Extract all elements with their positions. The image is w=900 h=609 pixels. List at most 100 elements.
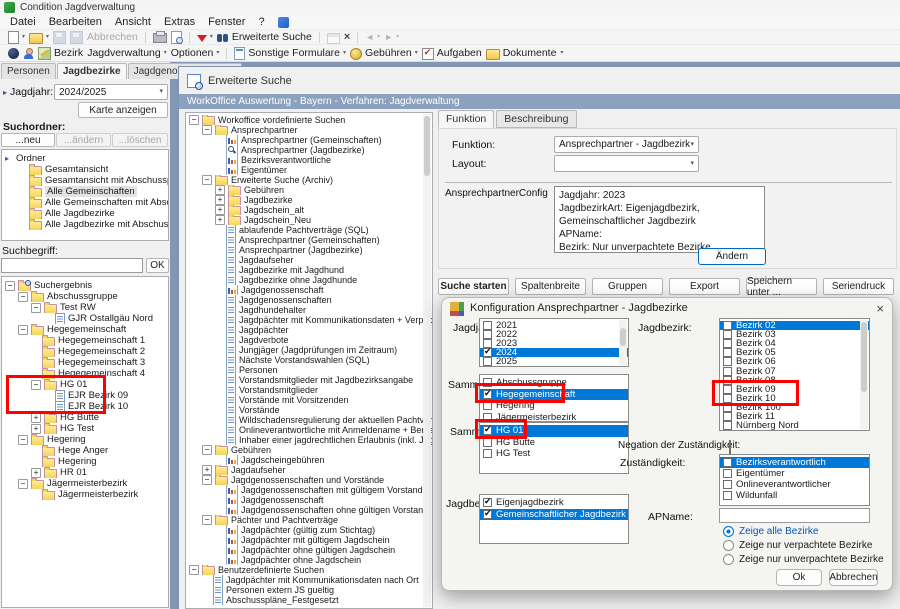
tree-item[interactable]: Jagdpächter mit Kommunikationsdaten + Ve…: [186, 315, 432, 325]
tree-item-label[interactable]: Jagdpächter mit Kommunikationsdaten nach…: [226, 575, 419, 585]
tree-item[interactable]: Vorstände mit Vorsitzenden: [186, 395, 432, 405]
list-item-label[interactable]: Bezirk 09: [736, 385, 776, 394]
checkbox[interactable]: [723, 339, 732, 348]
tree-item-label[interactable]: EJR Bezirk 10: [68, 401, 128, 412]
tree-item-label[interactable]: Alle Gemeinschaften: [45, 186, 137, 197]
checkbox[interactable]: [723, 394, 732, 403]
collapse-icon[interactable]: −: [202, 475, 212, 485]
abort-button[interactable]: Abbrechen: [87, 31, 138, 43]
list-item-label[interactable]: Bezirk 11: [736, 412, 775, 421]
tree-item[interactable]: Jagdpächter: [186, 325, 432, 335]
tree-item[interactable]: ablaufende Pachtverträge (SQL): [186, 225, 432, 235]
seriendruck-button[interactable]: Seriendruck: [823, 278, 894, 295]
tree-item-label[interactable]: Jungjäger (Jagdprüfungen im Zeitraum): [239, 345, 397, 355]
tree-item[interactable]: −Ansprechpartner: [186, 125, 432, 135]
tree-item-label[interactable]: Ansprechpartner (Gemeinschaften): [241, 135, 382, 145]
tree-item-label[interactable]: Jagdbezirke mit Jagdhund: [239, 265, 344, 275]
list-item[interactable]: Bezirk 07: [720, 366, 869, 375]
tree-item-label[interactable]: Vorstände mit Vorsitzenden: [239, 395, 349, 405]
tree-item-label[interactable]: Hegering: [47, 434, 86, 445]
tree-item-label[interactable]: Hegegemeinschaft: [47, 324, 126, 335]
checkbox[interactable]: [483, 413, 492, 422]
list-item-label[interactable]: Bezirk 03: [736, 330, 776, 339]
spaltenbreite-button[interactable]: Spaltenbreite: [515, 278, 586, 295]
checkbox[interactable]: [723, 357, 732, 366]
tree-item-label[interactable]: Ordner: [16, 153, 46, 164]
tree-item[interactable]: Inhaber einer jagdrechtlichen Erlaubnis …: [186, 435, 432, 445]
menu-ansicht[interactable]: Ansicht: [115, 16, 151, 28]
tree-item-label[interactable]: Hegegemeinschaft 3: [58, 357, 145, 368]
tree-item[interactable]: Jagdgenossenschaften mit gültigem Vorsta…: [186, 485, 432, 495]
tree-item[interactable]: Vorstände: [186, 405, 432, 415]
tree-item-label[interactable]: Hegering: [58, 456, 97, 467]
tree-item-label[interactable]: Hegegemeinschaft 1: [58, 335, 145, 346]
tree-item-label[interactable]: Vorstände: [239, 405, 280, 415]
list-item[interactable]: 2024: [480, 348, 628, 357]
list-scrollbar[interactable]: [860, 320, 868, 429]
tree-item-label[interactable]: Jagdpächter ohne gültigen Jagdschein: [241, 545, 395, 555]
collapse-icon[interactable]: −: [202, 125, 212, 135]
list-item-label[interactable]: 2023: [496, 339, 517, 348]
list-item-label[interactable]: Bezirk 04: [736, 339, 776, 348]
tree-item[interactable]: Gesamtansicht mit Abschussplänen: [2, 175, 168, 186]
tree-item[interactable]: Eigentümer: [186, 165, 432, 175]
menu-fenster[interactable]: Fenster: [208, 16, 245, 28]
tree-item-label[interactable]: Vorstandsmitglieder: [239, 385, 318, 395]
close-result-button[interactable]: ×: [344, 31, 350, 43]
tree-item[interactable]: −Gebühren: [186, 445, 432, 455]
checkbox[interactable]: [723, 458, 732, 467]
list-item-label[interactable]: Bezirk 06: [736, 357, 776, 366]
checkbox[interactable]: [723, 348, 732, 357]
checkbox[interactable]: [723, 403, 732, 412]
list-item-label[interactable]: Abschussgruppe: [496, 377, 567, 388]
list-item-label[interactable]: Bezirk 05: [736, 348, 776, 357]
list-item-label[interactable]: Bezirk 07: [736, 366, 776, 375]
checkbox[interactable]: [483, 498, 492, 507]
expand-icon[interactable]: +: [215, 195, 225, 205]
tree-item-label[interactable]: Hegegemeinschaft 4: [58, 368, 145, 379]
checkbox[interactable]: [483, 339, 492, 348]
tree-item[interactable]: −Abschussgruppe: [2, 291, 168, 302]
tree-item-label[interactable]: HG 01: [60, 379, 87, 390]
tree-item[interactable]: Abschusspläne_Festgesetzt: [186, 595, 432, 605]
new-button[interactable]: ▾: [8, 31, 25, 44]
list-item-label[interactable]: 2021: [496, 321, 517, 330]
optionen-menu-button[interactable]: Optionen▾: [171, 47, 220, 59]
tree-item-label[interactable]: Jagdgenossenschaft: [241, 495, 324, 505]
menu-bearbeiten[interactable]: Bearbeiten: [49, 16, 102, 28]
list-item-label[interactable]: 2022: [496, 330, 517, 339]
tree-item-label[interactable]: Jagdgenossenschaften: [239, 295, 332, 305]
radio-button[interactable]: [723, 540, 734, 551]
checkbox[interactable]: [723, 376, 732, 385]
tree-item[interactable]: Hegegemeinschaft 1: [2, 335, 168, 346]
tree-item[interactable]: Onlineverantwortliche mit Anmeldename + …: [186, 425, 432, 435]
tree-item[interactable]: −Suchergebnis: [2, 280, 168, 291]
dokumente-button[interactable]: Dokumente: [486, 47, 557, 60]
tree-item[interactable]: EJR Bezirk 09: [2, 390, 168, 401]
tab-beschreibung[interactable]: Beschreibung: [496, 110, 576, 128]
tree-item-label[interactable]: Jagdgenossenschaften mit gültigem Vorsta…: [241, 485, 423, 495]
tree-item[interactable]: Jungjäger (Jagdprüfungen im Zeitraum): [186, 345, 432, 355]
save-all-button[interactable]: [70, 31, 83, 44]
tree-item-label[interactable]: Jagdgenossenschaften und Vorstände: [231, 475, 384, 485]
tree-item[interactable]: −Hegering: [2, 434, 168, 445]
menu-help[interactable]: ?: [258, 16, 264, 28]
checkbox[interactable]: [483, 390, 492, 399]
expand-icon[interactable]: +: [215, 215, 225, 225]
tree-item-label[interactable]: Inhaber einer jagdrechtlichen Erlaubnis …: [239, 435, 432, 445]
checkbox[interactable]: [723, 412, 732, 421]
tree-item[interactable]: Hegegemeinschaft 4: [2, 368, 168, 379]
checkbox[interactable]: [483, 357, 492, 366]
checkbox[interactable]: [483, 321, 492, 330]
window-button[interactable]: [327, 31, 340, 44]
checkbox[interactable]: [483, 378, 492, 387]
tree-item-label[interactable]: GJR Ostallgäu Nord: [68, 313, 153, 324]
list-item-label[interactable]: Bezirk 02: [736, 321, 776, 330]
tree-item-label[interactable]: Jagdverbote: [239, 335, 289, 345]
aendern-button[interactable]: Ändern: [698, 248, 766, 265]
tree-item-label[interactable]: Personen: [239, 365, 278, 375]
list-item[interactable]: Bezirk 06: [720, 357, 869, 366]
list-item-label[interactable]: 2025: [496, 357, 517, 366]
collapse-icon[interactable]: −: [202, 515, 212, 525]
tree-item-label[interactable]: Jagdbezirke ohne Jagdhunde: [239, 275, 357, 285]
